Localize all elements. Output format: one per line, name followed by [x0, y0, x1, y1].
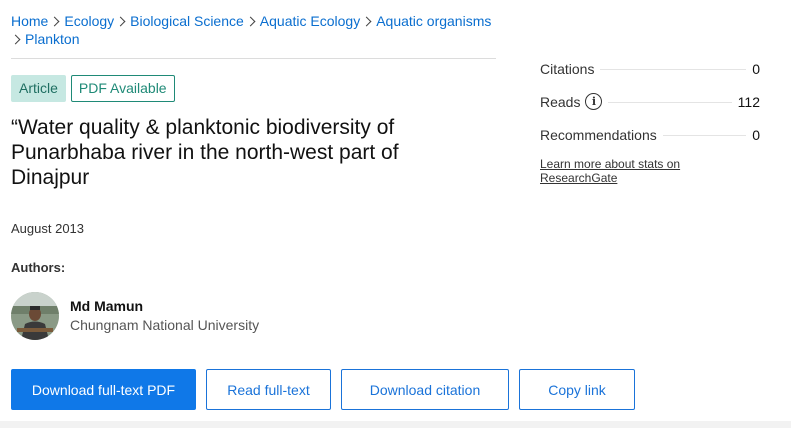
stat-divider [600, 69, 747, 70]
pdf-available-badge: PDF Available [70, 75, 175, 102]
article-badge: Article [11, 75, 66, 102]
publication-date: August 2013 [11, 221, 85, 236]
avatar-photo-icon [11, 292, 59, 340]
stat-value: 0 [746, 126, 760, 143]
breadcrumb-aquatic-organisms[interactable]: Aquatic organisms [376, 13, 491, 29]
stat-value: 112 [731, 93, 760, 110]
breadcrumb-home[interactable]: Home [11, 13, 48, 29]
chevron-right-icon [115, 16, 126, 27]
stat-reads: Reads i 112 [540, 85, 760, 118]
breadcrumb-line-2: Plankton [10, 30, 501, 48]
chevron-right-icon [361, 16, 372, 27]
header-divider [11, 58, 496, 59]
breadcrumb-aquatic-ecology[interactable]: Aquatic Ecology [260, 13, 360, 29]
read-full-text-button[interactable]: Read full-text [206, 369, 331, 410]
stat-value: 0 [746, 60, 760, 77]
chevron-right-icon [245, 16, 256, 27]
stat-label: Citations [540, 60, 601, 77]
breadcrumb: Home Ecology Biological Science Aquatic Eco… [10, 12, 501, 48]
copy-link-button[interactable]: Copy link [519, 369, 635, 410]
author-name[interactable]: Md Mamun [70, 298, 143, 314]
download-pdf-button[interactable]: Download full-text PDF [11, 369, 196, 410]
breadcrumb-biological-science[interactable]: Biological Science [130, 13, 244, 29]
stat-label: Recommendations [540, 126, 663, 143]
authors-label: Authors: [11, 260, 66, 275]
stat-divider [662, 135, 747, 136]
breadcrumb-plankton[interactable]: Plankton [25, 31, 79, 47]
stat-citations: Citations 0 [540, 52, 760, 85]
info-icon[interactable]: i [585, 93, 603, 110]
stat-label-wrap: Reads i [540, 93, 609, 110]
chevron-right-icon [10, 34, 21, 45]
publication-title: “Water quality & planktonic biodiversity… [11, 116, 399, 189]
publication-badges: Article PDF Available [11, 75, 175, 102]
bottom-bar [0, 421, 791, 428]
download-citation-button[interactable]: Download citation [341, 369, 509, 410]
chevron-right-icon [49, 16, 60, 27]
learn-more-stats-link[interactable]: Learn more about stats on ResearchGate [540, 157, 760, 185]
stat-label: Reads [540, 93, 581, 110]
author-avatar[interactable] [11, 292, 59, 340]
stat-divider [608, 102, 732, 103]
stats-panel: Citations 0 Reads i 112 Recommendations … [540, 52, 760, 185]
action-buttons: Download full-text PDF Read full-text Do… [11, 369, 635, 410]
author-affiliation: Chungnam National University [70, 317, 260, 333]
breadcrumb-ecology[interactable]: Ecology [64, 13, 114, 29]
stat-recommendations: Recommendations 0 [540, 118, 760, 151]
